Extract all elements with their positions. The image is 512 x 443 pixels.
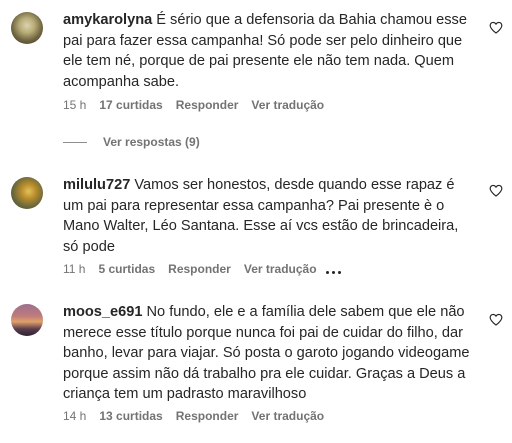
comment-time: 14 h	[63, 409, 87, 423]
comment-meta: 11 h 5 curtidas Responder Ver tradução	[63, 262, 357, 277]
comment-meta: 15 h 17 curtidas Responder Ver tradução	[63, 98, 337, 112]
avatar[interactable]	[11, 177, 43, 209]
avatar[interactable]	[11, 304, 43, 336]
avatar[interactable]	[11, 12, 43, 44]
translate-button[interactable]: Ver tradução	[251, 98, 324, 112]
comment-time: 11 h	[63, 262, 86, 276]
comment-likes[interactable]: 13 curtidas	[99, 409, 162, 423]
comment-meta: 14 h 13 curtidas Responder Ver tradução	[63, 409, 337, 423]
comment-username[interactable]: moos_e691	[63, 304, 143, 320]
comment-likes[interactable]: 17 curtidas	[99, 98, 162, 112]
comment-body: milulu727 Vamos ser honestos, desde quand…	[63, 175, 475, 257]
reply-button[interactable]: Responder	[168, 262, 231, 276]
comment-likes[interactable]: 5 curtidas	[98, 262, 155, 276]
comment-username[interactable]: milulu727	[63, 177, 130, 193]
view-replies-label: Ver respostas (9)	[103, 135, 200, 149]
translate-button[interactable]: Ver tradução	[244, 262, 317, 276]
replies-divider	[63, 142, 87, 144]
comment-time: 15 h	[63, 98, 87, 112]
reply-button[interactable]: Responder	[176, 98, 239, 112]
view-replies-button[interactable]: Ver respostas (9)	[63, 135, 200, 149]
heart-outline-icon[interactable]	[489, 313, 503, 326]
heart-outline-icon[interactable]	[489, 184, 503, 197]
heart-outline-icon[interactable]	[489, 21, 503, 34]
reply-button[interactable]: Responder	[176, 409, 239, 423]
comment-body: amykarolyna É sério que a defensoria da B…	[63, 10, 475, 92]
comment-body: moos_e691 No fundo, ele e a família dele …	[63, 302, 475, 405]
more-options-icon[interactable]	[325, 263, 344, 277]
translate-button[interactable]: Ver tradução	[251, 409, 324, 423]
comment-username[interactable]: amykarolyna	[63, 12, 152, 28]
